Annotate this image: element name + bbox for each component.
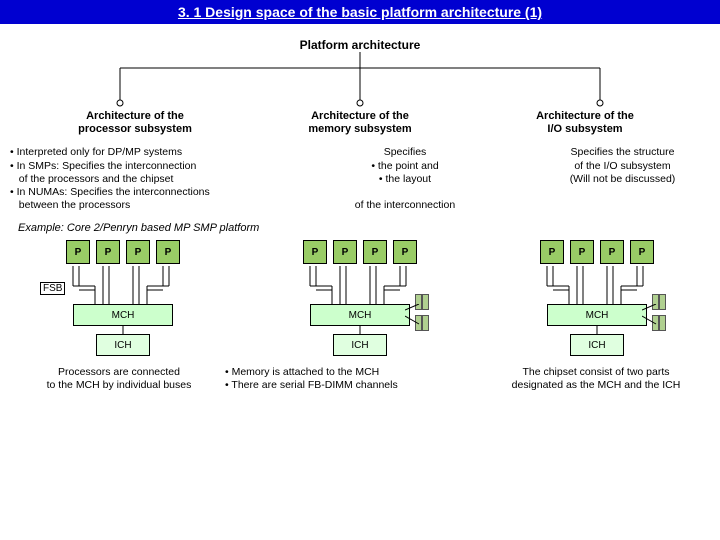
caption-row: Processors are connectedto the MCH by in… (0, 366, 720, 392)
mch-ich-line (350, 326, 370, 334)
processor-box: P (540, 240, 564, 264)
caption-io: The chipset consist of two partsdesignat… (486, 366, 706, 392)
descriptions-row: • Interpreted only for DP/MP systems • I… (0, 146, 720, 212)
bus-lines (53, 266, 193, 304)
processor-box: P (630, 240, 654, 264)
example-caption: Example: Core 2/Penryn based MP SMP plat… (18, 222, 720, 234)
processor-box: P (126, 240, 150, 264)
slide-title: 3. 1 Design space of the basic platform … (0, 0, 720, 24)
processor-subsystem-heading: Architecture of theprocessor subsystem (30, 110, 240, 136)
processor-box: P (570, 240, 594, 264)
mch-box: MCH (73, 304, 173, 326)
io-subsystem-heading: Architecture of theI/O subsystem (480, 110, 690, 136)
mch-box: MCH (310, 304, 410, 326)
mch-ich-line (587, 326, 607, 334)
fsb-label: FSB (40, 282, 65, 295)
subsystem-row: Architecture of theprocessor subsystem A… (0, 110, 720, 136)
processor-box: P (600, 240, 624, 264)
mch-box: MCH (547, 304, 647, 326)
bus-lines (290, 266, 430, 304)
ich-box: ICH (96, 334, 150, 356)
diagram-memory: P P P P MCH ICH (255, 240, 465, 356)
ich-box: ICH (570, 334, 624, 356)
processor-subsystem-desc: • Interpreted only for DP/MP systems • I… (10, 146, 275, 212)
processor-box: P (363, 240, 387, 264)
mch-ich-line (113, 326, 133, 334)
memory-channel-lines (405, 304, 435, 334)
memory-subsystem-desc: Specifies • the point and • the layout o… (310, 146, 500, 212)
processor-box: P (303, 240, 327, 264)
hierarchy-connector (60, 52, 660, 108)
processor-box: P (96, 240, 120, 264)
bus-lines (527, 266, 667, 304)
diagram-processor: P P P P FSB MCH ICH (18, 240, 228, 356)
processor-box: P (66, 240, 90, 264)
memory-channel-lines (642, 304, 672, 334)
processor-box: P (156, 240, 180, 264)
ich-box: ICH (333, 334, 387, 356)
caption-processor: Processors are connectedto the MCH by in… (14, 366, 224, 392)
processor-box: P (333, 240, 357, 264)
memory-subsystem-heading: Architecture of thememory subsystem (255, 110, 465, 136)
diagram-row: P P P P FSB MCH ICH P P (0, 240, 720, 356)
io-subsystem-desc: Specifies the structure of the I/O subsy… (535, 146, 710, 212)
diagram-io: P P P P MCH ICH (492, 240, 702, 356)
caption-memory: • Memory is attached to the MCH• There a… (225, 366, 485, 392)
processor-box: P (393, 240, 417, 264)
root-node-label: Platform architecture (0, 38, 720, 52)
